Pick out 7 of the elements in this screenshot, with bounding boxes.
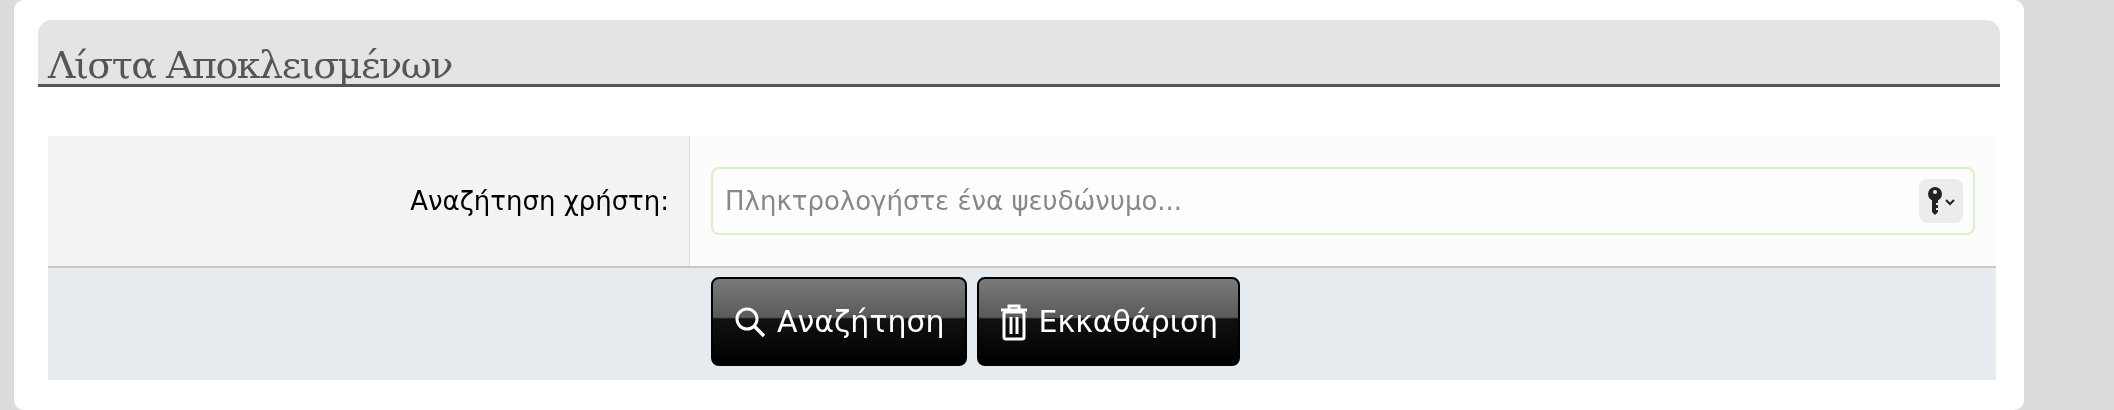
page-title: Λίστα Αποκλεισμένων bbox=[48, 45, 452, 87]
trash-icon bbox=[998, 302, 1029, 341]
key-dropdown-button[interactable] bbox=[1919, 179, 1963, 223]
search-button[interactable]: Αναζήτηση bbox=[711, 277, 967, 366]
field-label: Αναζήτηση χρήστη: bbox=[410, 184, 669, 218]
clear-button[interactable]: Εκκαθάριση bbox=[976, 277, 1240, 366]
search-field[interactable]: Πληκτρολογήστε ένα ψευδώνυμο... bbox=[711, 167, 1975, 235]
